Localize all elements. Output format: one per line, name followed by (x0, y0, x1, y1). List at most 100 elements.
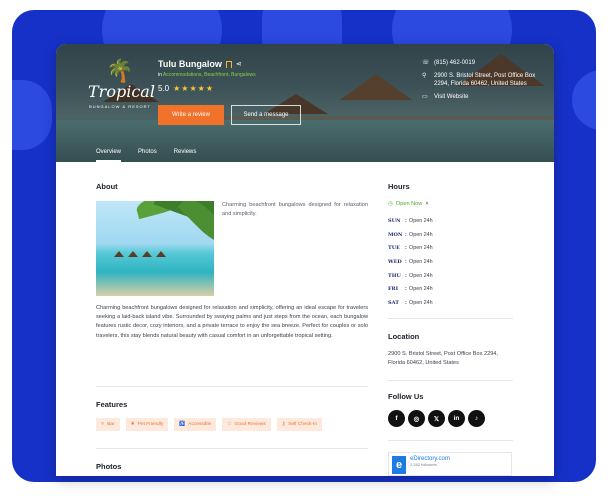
rating: 5.0 ★★★★★ (158, 84, 214, 93)
contact-website[interactable]: ▭ Visit Website (422, 93, 550, 101)
day-hours: Open 24h (409, 272, 433, 279)
category-links[interactable]: Accommodations, Beachfront, Bungalows (163, 72, 256, 78)
feature-label: Self Check-In (288, 422, 318, 427)
photos-heading: Photos (96, 462, 122, 471)
day-name: THU (388, 272, 401, 279)
bungalow-shape (128, 251, 138, 257)
section-divider (96, 448, 368, 449)
bungalow-shape (142, 251, 152, 257)
about-description: Charming beachfront bungalows designed f… (96, 305, 368, 339)
follow-heading: Follow Us (388, 392, 424, 401)
section-divider (96, 386, 368, 387)
section-divider (388, 440, 513, 441)
paw-icon: ❦ (130, 422, 135, 427)
contact-address: ⚲ 2900 S. Bristol Street, Post Office Bo… (422, 72, 550, 88)
website-link[interactable]: Visit Website (434, 93, 468, 101)
hours-heading: Hours (388, 182, 410, 191)
hours-row: THU: Open 24h (388, 269, 433, 283)
palm-tree-icon: 🌴 (106, 58, 134, 83)
about-heading: About (96, 182, 118, 191)
day-name: WED (388, 258, 402, 265)
feature-chip: Y Bar (96, 418, 120, 431)
feature-label: Accessible (188, 422, 212, 427)
decorative-shape (572, 70, 596, 130)
tab-reviews[interactable]: Reviews (174, 144, 197, 162)
glass-icon: Y (101, 422, 105, 427)
feature-chip: ⚷ Self Check-In (276, 418, 323, 431)
day-hours: Open 24h (409, 217, 433, 224)
facebook-icon[interactable]: f (388, 410, 405, 427)
day-name: MON (388, 231, 403, 238)
location-heading: Location (388, 332, 420, 341)
bookmark-icon[interactable] (225, 60, 232, 68)
open-status-text: Open Now (395, 201, 423, 207)
open-status[interactable]: ◷ Open Now ˄ (388, 201, 429, 207)
edirectory-logo-icon: e (392, 456, 406, 474)
hero-banner: 🌴 Tropical BUNGALOW & RESORT Tulu Bungal… (56, 44, 554, 162)
day-name: FRI (388, 286, 399, 293)
tab-bar: Overview Photos Reviews (56, 144, 554, 162)
send-message-button[interactable]: Send a message (231, 105, 301, 125)
about-summary: Charming beachfront bungalows designed f… (222, 202, 368, 217)
x-icon[interactable]: 𝕏 (428, 410, 445, 427)
phone-text: (815) 462-0019 (434, 60, 476, 66)
chevron-up-icon: ˄ (425, 201, 429, 207)
star-icon: ☆ (227, 422, 232, 427)
feature-chip: ♿ Accessible (174, 418, 217, 431)
social-widget[interactable]: e eDirectory.com 2,282 followers (388, 452, 512, 476)
day-name: SUN (388, 217, 401, 224)
section-divider (388, 318, 513, 319)
about-photo (96, 201, 214, 296)
address-text: 2900 S. Bristol Street, Post Office Box … (434, 73, 536, 87)
brand-logo: 🌴 Tropical BUNGALOW & RESORT (88, 58, 155, 124)
day-hours: Open 24h (409, 245, 433, 252)
contact-info: ☏ (815) 462-0019 ⚲ 2900 S. Bristol Stree… (422, 59, 550, 106)
instagram-icon[interactable]: ◎ (408, 410, 425, 427)
widget-text: eDirectory.com 2,282 followers (410, 456, 450, 472)
linkedin-icon[interactable]: in (448, 410, 465, 427)
logo-script: Tropical (88, 82, 155, 101)
phone-icon: ☏ (422, 60, 430, 66)
day-hours: Open 24h (409, 299, 433, 306)
location-address: 2900 S. Bristol Street, Post Office Box … (388, 351, 498, 366)
features-list: Y Bar ❦ Pet Friendly ♿ Accessible ☆ Good Rev… (96, 418, 323, 431)
logo-tagline: BUNGALOW & RESORT (89, 104, 151, 109)
monitor-icon: ▭ (422, 94, 428, 100)
hours-row: WED: Open 24h (388, 255, 433, 269)
star-rating-icon: ★★★★★ (173, 84, 214, 93)
key-icon: ⚷ (281, 422, 286, 427)
feature-label: Bar (107, 422, 115, 427)
share-icon[interactable]: ⋖ (236, 61, 242, 68)
day-name: SAT (388, 299, 399, 306)
hours-row: SAT: Open 24h (388, 296, 433, 310)
contact-phone[interactable]: ☏ (815) 462-0019 (422, 59, 550, 67)
feature-label: Pet Friendly (137, 422, 164, 427)
day-hours: Open 24h (409, 286, 433, 293)
day-hours: Open 24h (409, 231, 433, 238)
social-links: f ◎ 𝕏 in ♪ (388, 410, 485, 427)
day-name: TUE (388, 245, 400, 252)
wheelchair-icon: ♿ (179, 422, 186, 427)
hours-row: SUN: Open 24h (388, 214, 433, 228)
decorative-shape (12, 80, 52, 150)
tab-photos[interactable]: Photos (138, 144, 157, 162)
hours-row: MON: Open 24h (388, 228, 433, 242)
tab-overview[interactable]: Overview (96, 144, 122, 162)
bungalow-shape (156, 251, 166, 257)
feature-chip: ☆ Good Reviews (222, 418, 271, 431)
map-pin-icon: ⚲ (422, 73, 427, 79)
day-hours: Open 24h (409, 258, 433, 265)
feature-chip: ❦ Pet Friendly (125, 418, 169, 431)
listing-title: Tulu Bungalow (158, 59, 222, 69)
hours-row: FRI: Open 24h (388, 282, 433, 296)
rating-value: 5.0 (158, 84, 170, 93)
tiktok-icon[interactable]: ♪ (468, 410, 485, 427)
category-line: in Accommodations, Beachfront, Bungalows (158, 72, 256, 78)
hours-list: SUN: Open 24h MON: Open 24h TUE: Open 24h W… (388, 214, 433, 310)
in-prefix: in (158, 72, 162, 78)
features-heading: Features (96, 400, 128, 409)
bungalow-shape (114, 251, 124, 257)
widget-followers: 2,282 followers (410, 462, 437, 467)
write-review-button[interactable]: Write a review (158, 105, 224, 125)
section-divider (388, 380, 513, 381)
